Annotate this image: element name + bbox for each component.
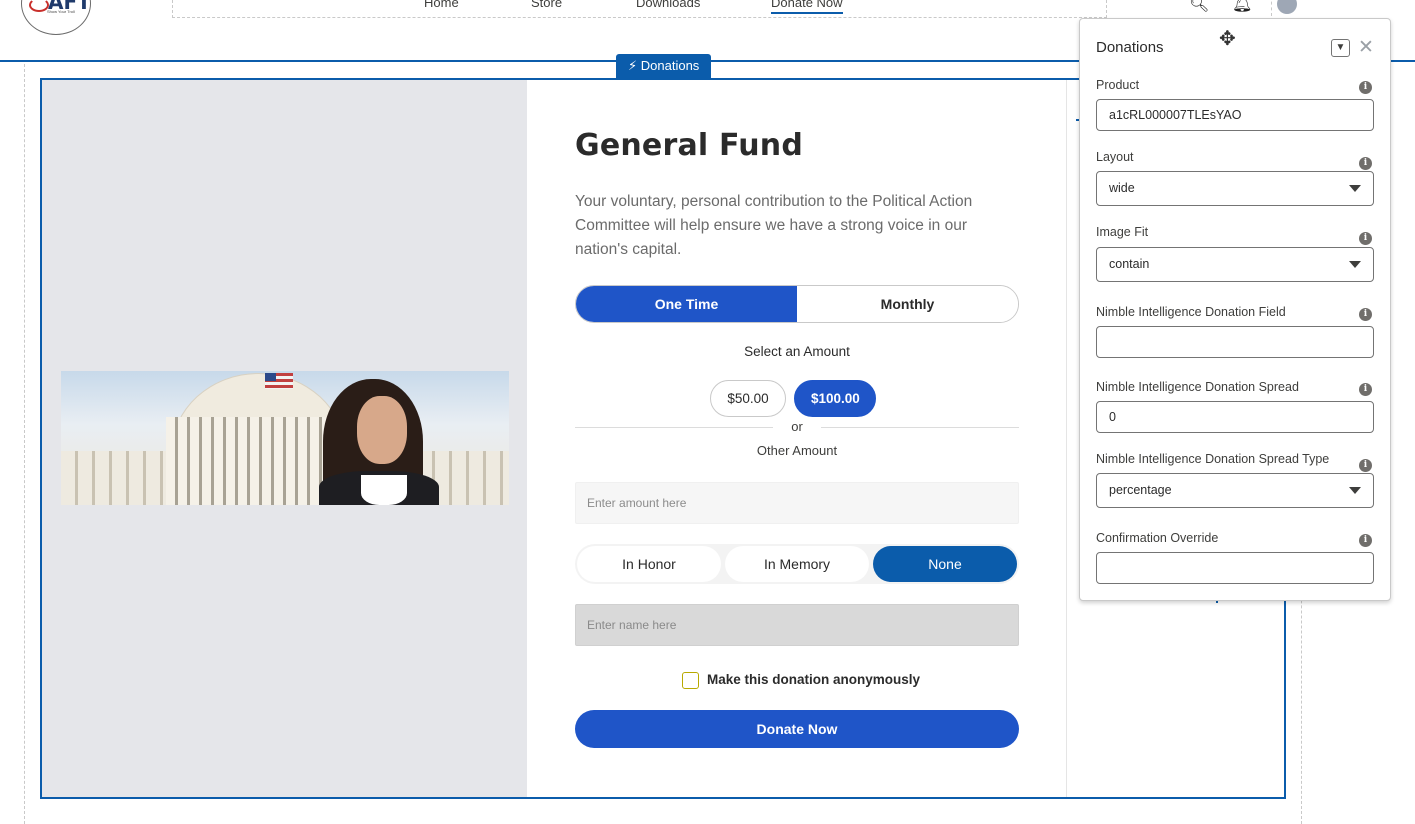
amount-100-button[interactable]: $100.00 [794, 380, 876, 417]
nav-item-donate-now[interactable]: Donate Now [771, 0, 843, 14]
info-icon[interactable]: i [1359, 81, 1372, 94]
amount-input[interactable]: Enter amount here [575, 482, 1019, 524]
spread-type-select[interactable]: percentage [1096, 473, 1374, 508]
info-icon[interactable]: i [1359, 383, 1372, 396]
info-icon[interactable]: i [1359, 459, 1372, 472]
image-fit-select-value: contain [1109, 257, 1150, 271]
fund-description: Your voluntary, personal contribution to… [575, 193, 973, 258]
donation-field-label: Nimble Intelligence Donation Field [1096, 305, 1286, 319]
product-label: Product [1096, 78, 1140, 92]
or-label: or [791, 419, 803, 434]
donate-now-button[interactable]: Donate Now [575, 710, 1019, 748]
one-time-button[interactable]: One Time [576, 286, 797, 322]
photo-person-face [357, 396, 407, 464]
panel-title: Donations [1096, 39, 1164, 56]
info-icon[interactable]: i [1359, 232, 1372, 245]
none-button[interactable]: None [873, 546, 1017, 582]
donation-spread-label: Nimble Intelligence Donation Spread [1096, 380, 1299, 394]
frequency-toggle: One Time Monthly [575, 285, 1019, 323]
layout-label: Layout [1096, 150, 1134, 164]
move-icon[interactable]: ✥ [1219, 26, 1236, 51]
image-fit-select[interactable]: contain [1096, 247, 1374, 282]
lightning-icon: ⚡︎ [628, 58, 638, 73]
fund-title: General Fund [575, 128, 804, 163]
or-divider-right [821, 427, 1019, 428]
user-avatar[interactable] [1277, 0, 1297, 14]
spread-type-label: Nimble Intelligence Donation Spread Type [1096, 452, 1330, 466]
select-amount-label: Select an Amount [744, 344, 850, 359]
spread-type-select-value: percentage [1109, 483, 1172, 497]
search-icon[interactable]: 🔍︎ [1189, 0, 1209, 14]
collapse-panel-button[interactable]: ▼ [1331, 39, 1350, 57]
tribute-toggle: In Honor In Memory None [575, 544, 1019, 584]
anonymous-checkbox[interactable] [682, 672, 699, 689]
photo-person-collar [361, 475, 407, 505]
confirmation-override-input[interactable] [1096, 552, 1374, 584]
image-fit-label: Image Fit [1096, 225, 1149, 239]
bell-icon[interactable]: 🔔︎ [1232, 0, 1252, 14]
nav-item-downloads[interactable]: Downloads [636, 0, 700, 10]
donation-field-input[interactable] [1096, 326, 1374, 358]
monthly-button[interactable]: Monthly [797, 286, 1018, 322]
amount-50-button[interactable]: $50.00 [710, 380, 786, 417]
close-panel-button[interactable]: ✕ [1358, 36, 1374, 59]
in-honor-button[interactable]: In Honor [577, 546, 721, 582]
in-memory-button[interactable]: In Memory [725, 546, 869, 582]
header-divider [1271, 0, 1272, 16]
tribute-name-input[interactable]: Enter name here [575, 604, 1019, 646]
layout-select[interactable]: wide [1096, 171, 1374, 206]
logo-subtext: Show Your Troll [47, 9, 75, 14]
close-icon: ✕ [1358, 37, 1374, 58]
or-divider-left [575, 427, 773, 428]
component-label-tab[interactable]: ⚡︎ Donations [616, 54, 712, 78]
nav-item-home[interactable]: Home [424, 0, 459, 10]
donation-spread-input[interactable]: 0 [1096, 401, 1374, 433]
photo-flag [265, 373, 293, 389]
donation-photo [61, 371, 509, 505]
properties-panel: Donations ✥ ▼ ✕ Product i a1cRL000007TLE… [1079, 18, 1391, 601]
info-icon[interactable]: i [1359, 157, 1372, 170]
nav-item-store[interactable]: Store [531, 0, 562, 10]
confirmation-override-label: Confirmation Override [1096, 531, 1219, 545]
donation-form-area [527, 80, 1067, 797]
anonymous-label[interactable]: Make this donation anonymously [707, 672, 920, 687]
product-input[interactable]: a1cRL000007TLEsYAO [1096, 99, 1374, 131]
info-icon[interactable]: i [1359, 308, 1372, 321]
info-icon[interactable]: i [1359, 534, 1372, 547]
layout-select-value: wide [1109, 181, 1135, 195]
other-amount-label: Other Amount [756, 443, 838, 458]
component-label: Donations [640, 58, 700, 73]
chevron-down-icon: ▼ [1335, 42, 1346, 53]
